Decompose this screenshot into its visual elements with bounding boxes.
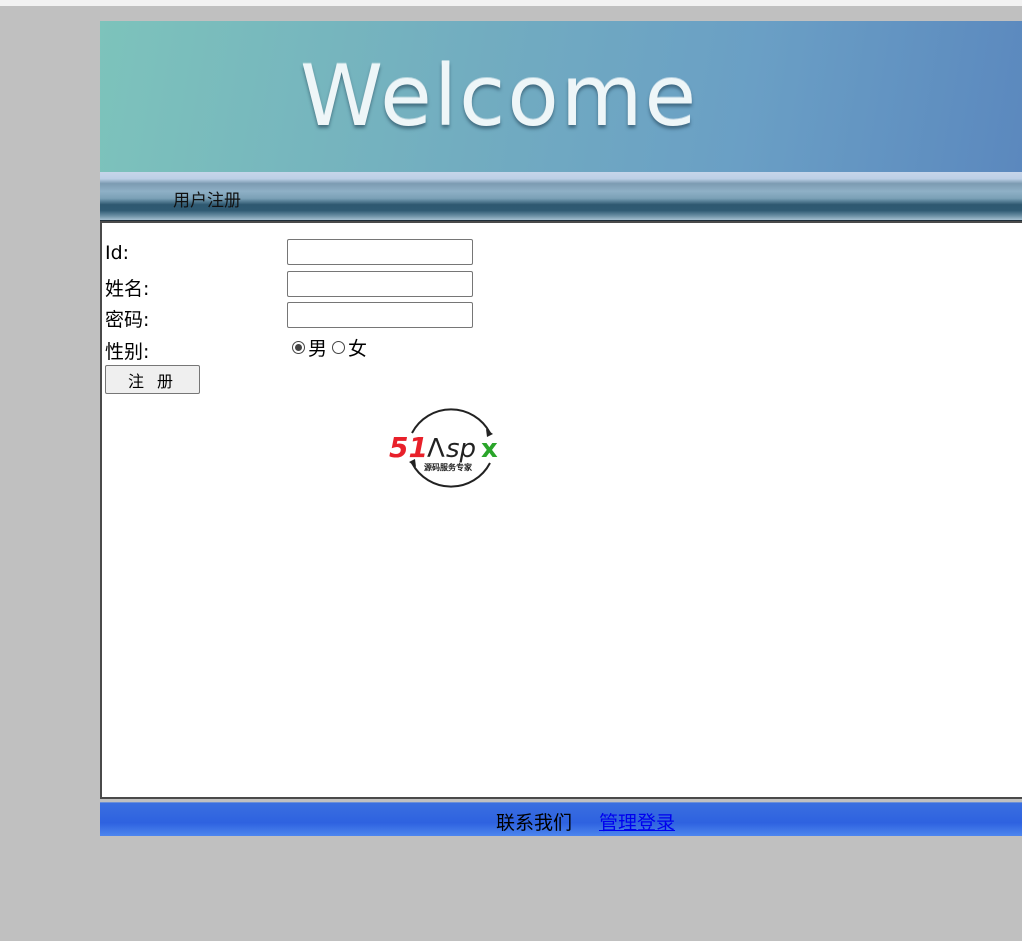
main-content: Id: 姓名: 密码: 性别: 男 女 注 册 51 Λ sp x 源码服务专家 <box>100 221 1022 799</box>
footer-bar: 联系我们 管理登录 <box>100 802 1022 836</box>
banner-title: Welcome <box>300 47 699 145</box>
name-input[interactable] <box>287 271 473 297</box>
51aspx-logo: 51 Λ sp x 源码服务专家 <box>389 408 498 488</box>
logo-a: Λ <box>427 434 445 464</box>
gender-female-label[interactable]: 女 <box>348 334 367 361</box>
admin-login-link[interactable]: 管理登录 <box>599 808 675 835</box>
gender-male-radio[interactable] <box>292 340 305 354</box>
register-button[interactable]: 注 册 <box>105 365 200 394</box>
gender-row: 性别: 男 女 <box>105 334 505 364</box>
nav-title: 用户注册 <box>173 191 241 211</box>
logo-x: x <box>481 434 498 464</box>
gender-label: 性别: <box>105 341 150 363</box>
page-container: Welcome 用户注册 Id: 姓名: 密码: 性别: 男 女 注 册 51 … <box>100 21 1022 799</box>
name-label: 姓名: <box>105 278 150 300</box>
logo-51: 51 <box>389 431 428 464</box>
password-label: 密码: <box>105 309 150 331</box>
id-row: Id: <box>105 239 505 265</box>
nav-bar: 用户注册 <box>100 172 1022 221</box>
password-row: 密码: <box>105 302 505 331</box>
contact-us-text: 联系我们 <box>496 812 573 834</box>
gender-radio-group: 男 女 <box>292 334 372 360</box>
logo-arc-top <box>411 408 491 434</box>
welcome-banner: Welcome <box>100 21 1022 172</box>
logo-sp: sp <box>446 434 476 464</box>
logo-tagline: 源码服务专家 <box>424 462 473 472</box>
gender-female-radio[interactable] <box>332 340 346 354</box>
password-input[interactable] <box>287 302 473 328</box>
top-strip <box>0 0 1022 6</box>
gender-male-label[interactable]: 男 <box>308 334 327 361</box>
id-label: Id: <box>105 242 130 264</box>
name-row: 姓名: <box>105 271 505 300</box>
id-input[interactable] <box>287 239 473 265</box>
